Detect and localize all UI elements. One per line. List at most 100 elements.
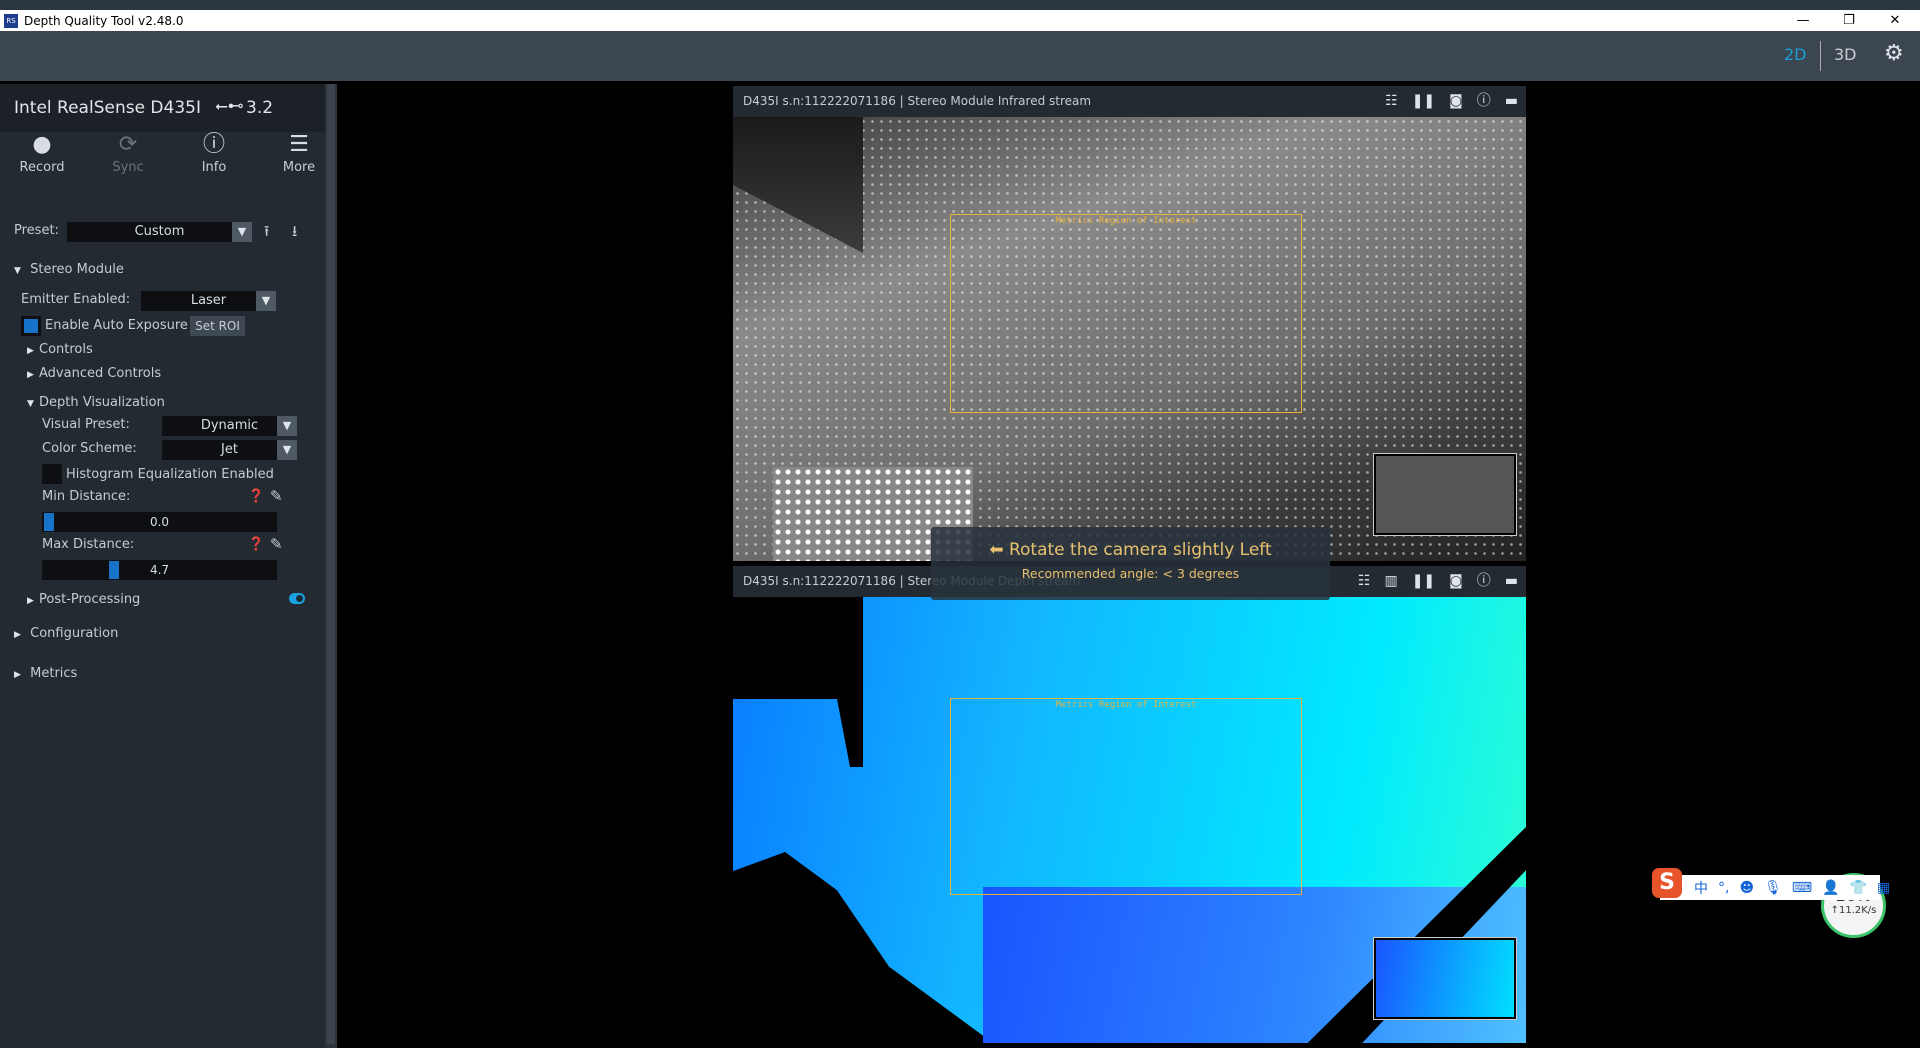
window-title: Depth Quality Tool v2.48.0 bbox=[24, 13, 184, 28]
histogram-chart-icon[interactable]: ▥ bbox=[1384, 566, 1397, 597]
info-button[interactable]: ⓘ Info bbox=[184, 130, 244, 175]
divider bbox=[1820, 41, 1821, 71]
sogou-logo-icon[interactable]: S bbox=[1652, 868, 1682, 898]
edit-icon[interactable]: ✎ bbox=[270, 487, 283, 505]
options-list-icon[interactable]: ☷ bbox=[1385, 86, 1398, 117]
emitter-dropdown[interactable]: Laser ▼ bbox=[141, 291, 276, 311]
preset-dropdown[interactable]: Custom ▼ bbox=[67, 222, 252, 242]
roi-label: Metrics Region of Interest bbox=[1055, 700, 1197, 710]
punctuation-toggle[interactable]: °, bbox=[1718, 880, 1729, 896]
roi-rectangle[interactable]: Metrics Region of Interest bbox=[950, 214, 1302, 413]
caret-right-icon: ▶ bbox=[14, 630, 21, 640]
min-distance-label: Min Distance: bbox=[42, 489, 131, 504]
caret-right-icon: ▶ bbox=[27, 346, 34, 356]
max-distance-label: Max Distance: bbox=[42, 537, 135, 552]
chevron-down-icon: ▼ bbox=[277, 440, 297, 460]
app-logo-icon: RS bbox=[4, 13, 18, 28]
apps-grid-icon[interactable]: ▦ bbox=[1877, 880, 1890, 896]
depth-stream-panel: D435I s.n:112222071186 | Stereo Module D… bbox=[733, 566, 1526, 1043]
mode-2d-button[interactable]: 2D bbox=[1784, 45, 1807, 64]
slider-knob[interactable] bbox=[44, 513, 54, 531]
info-label: Info bbox=[201, 160, 227, 175]
usb-version: 3.2 bbox=[246, 98, 274, 118]
color-scheme-label: Color Scheme: bbox=[42, 441, 137, 456]
menu-icon: ☰ bbox=[289, 132, 309, 157]
microphone-icon[interactable]: 🎙 bbox=[1764, 880, 1782, 896]
upload-icon[interactable]: ⭱ bbox=[264, 221, 269, 246]
minimap-preview bbox=[1373, 453, 1517, 536]
edit-icon[interactable]: ✎ bbox=[270, 535, 283, 553]
taskbar-strip bbox=[0, 0, 1920, 10]
device-name: Intel RealSense D435I bbox=[14, 98, 201, 118]
record-icon: ● bbox=[32, 132, 52, 157]
metrics-section[interactable]: ▶ Metrics bbox=[14, 666, 77, 681]
min-distance-slider[interactable]: 0.0 bbox=[42, 512, 277, 532]
auto-exposure-checkbox[interactable] bbox=[21, 316, 41, 336]
keyboard-icon[interactable]: ⌨ bbox=[1792, 880, 1812, 896]
pause-icon[interactable]: ❚❚ bbox=[1412, 86, 1435, 117]
color-scheme-dropdown[interactable]: Jet ▼ bbox=[162, 440, 297, 460]
caret-down-icon: ▼ bbox=[14, 266, 21, 276]
language-toggle[interactable]: 中 bbox=[1694, 878, 1708, 898]
section-title: Post-Processing bbox=[39, 592, 141, 607]
sync-button[interactable]: ⟳ Sync bbox=[98, 130, 158, 175]
visual-preset-dropdown[interactable]: Dynamic ▼ bbox=[162, 416, 297, 436]
maximize-icon[interactable]: ▬ bbox=[1505, 86, 1518, 117]
color-scheme-value: Jet bbox=[221, 442, 238, 457]
chevron-down-icon: ▼ bbox=[256, 291, 276, 311]
sidebar: Intel RealSense D435I ⭠⊷ 3.2 ● Record ⟳ Sy… bbox=[0, 84, 325, 1048]
post-processing-toggle[interactable] bbox=[289, 593, 305, 604]
histogram-checkbox[interactable] bbox=[42, 464, 62, 484]
emitter-value: Laser bbox=[190, 293, 227, 308]
slider-knob[interactable] bbox=[109, 561, 119, 579]
depth-image[interactable]: Metrics Region of Interest bbox=[733, 597, 1526, 1043]
settings-gear-icon[interactable]: ⚙ bbox=[1884, 41, 1904, 66]
device-header: Intel RealSense D435I ⭠⊷ 3.2 bbox=[0, 84, 325, 132]
caret-right-icon: ▶ bbox=[27, 370, 34, 380]
maximize-icon[interactable]: ▬ bbox=[1505, 566, 1518, 597]
depth-visualization-section[interactable]: ▼ Depth Visualization bbox=[27, 395, 165, 410]
post-processing-section[interactable]: ▶ Post-Processing bbox=[27, 592, 140, 607]
notification-detail: Recommended angle: < 3 degrees bbox=[1021, 566, 1240, 581]
controls-section[interactable]: ▶ Controls bbox=[27, 342, 93, 357]
camera-snapshot-icon[interactable]: ◙ bbox=[1449, 566, 1463, 597]
chevron-down-icon: ▼ bbox=[232, 222, 252, 242]
options-list-icon[interactable]: ☷ bbox=[1358, 566, 1371, 597]
chevron-down-icon: ▼ bbox=[277, 416, 297, 436]
record-button[interactable]: ● Record bbox=[12, 130, 72, 175]
more-button[interactable]: ☰ More bbox=[269, 130, 329, 175]
max-distance-slider[interactable]: 4.7 bbox=[42, 560, 277, 580]
info-icon[interactable]: ⓘ bbox=[1477, 86, 1491, 117]
min-distance-value: 0.0 bbox=[149, 515, 170, 529]
info-icon: ⓘ bbox=[202, 132, 225, 157]
section-title: Depth Visualization bbox=[39, 395, 165, 410]
roi-rectangle[interactable]: Metrics Region of Interest bbox=[950, 698, 1302, 895]
info-icon[interactable]: ⓘ bbox=[1477, 566, 1491, 597]
visual-preset-label: Visual Preset: bbox=[42, 417, 130, 432]
set-roi-button[interactable]: Set ROI bbox=[190, 316, 245, 336]
configuration-section[interactable]: ▶ Configuration bbox=[14, 626, 118, 641]
help-icon[interactable]: ❓ bbox=[248, 489, 264, 504]
close-button[interactable]: ✕ bbox=[1872, 10, 1918, 31]
skin-icon[interactable]: 👕 bbox=[1850, 880, 1867, 896]
help-icon[interactable]: ❓ bbox=[248, 537, 264, 552]
minimap-preview bbox=[1373, 937, 1517, 1020]
roi-label: Metrics Region of Interest bbox=[1055, 216, 1197, 226]
infrared-image[interactable]: Metrics Region of Interest bbox=[733, 117, 1526, 561]
mode-3d-button[interactable]: 3D bbox=[1834, 45, 1857, 64]
caret-down-icon: ▼ bbox=[27, 399, 34, 409]
pause-icon[interactable]: ❚❚ bbox=[1412, 566, 1435, 597]
sidebar-scrollbar[interactable] bbox=[325, 84, 337, 1048]
camera-snapshot-icon[interactable]: ◙ bbox=[1449, 86, 1463, 117]
sync-label: Sync bbox=[112, 160, 144, 175]
emoji-icon[interactable]: ☻ bbox=[1739, 880, 1754, 896]
stereo-module-section[interactable]: ▼ Stereo Module bbox=[14, 262, 124, 277]
restore-button[interactable]: ❐ bbox=[1826, 10, 1872, 31]
usb-icon: ⭠⊷ bbox=[215, 96, 244, 115]
notification-message: ⬅ Rotate the camera slightly Left bbox=[989, 540, 1272, 560]
advanced-controls-section[interactable]: ▶ Advanced Controls bbox=[27, 366, 161, 381]
user-icon[interactable]: 👤 bbox=[1822, 880, 1839, 896]
minimize-button[interactable]: — bbox=[1780, 10, 1826, 31]
download-icon[interactable]: ⭳ bbox=[292, 221, 297, 246]
section-title: Configuration bbox=[30, 626, 119, 641]
